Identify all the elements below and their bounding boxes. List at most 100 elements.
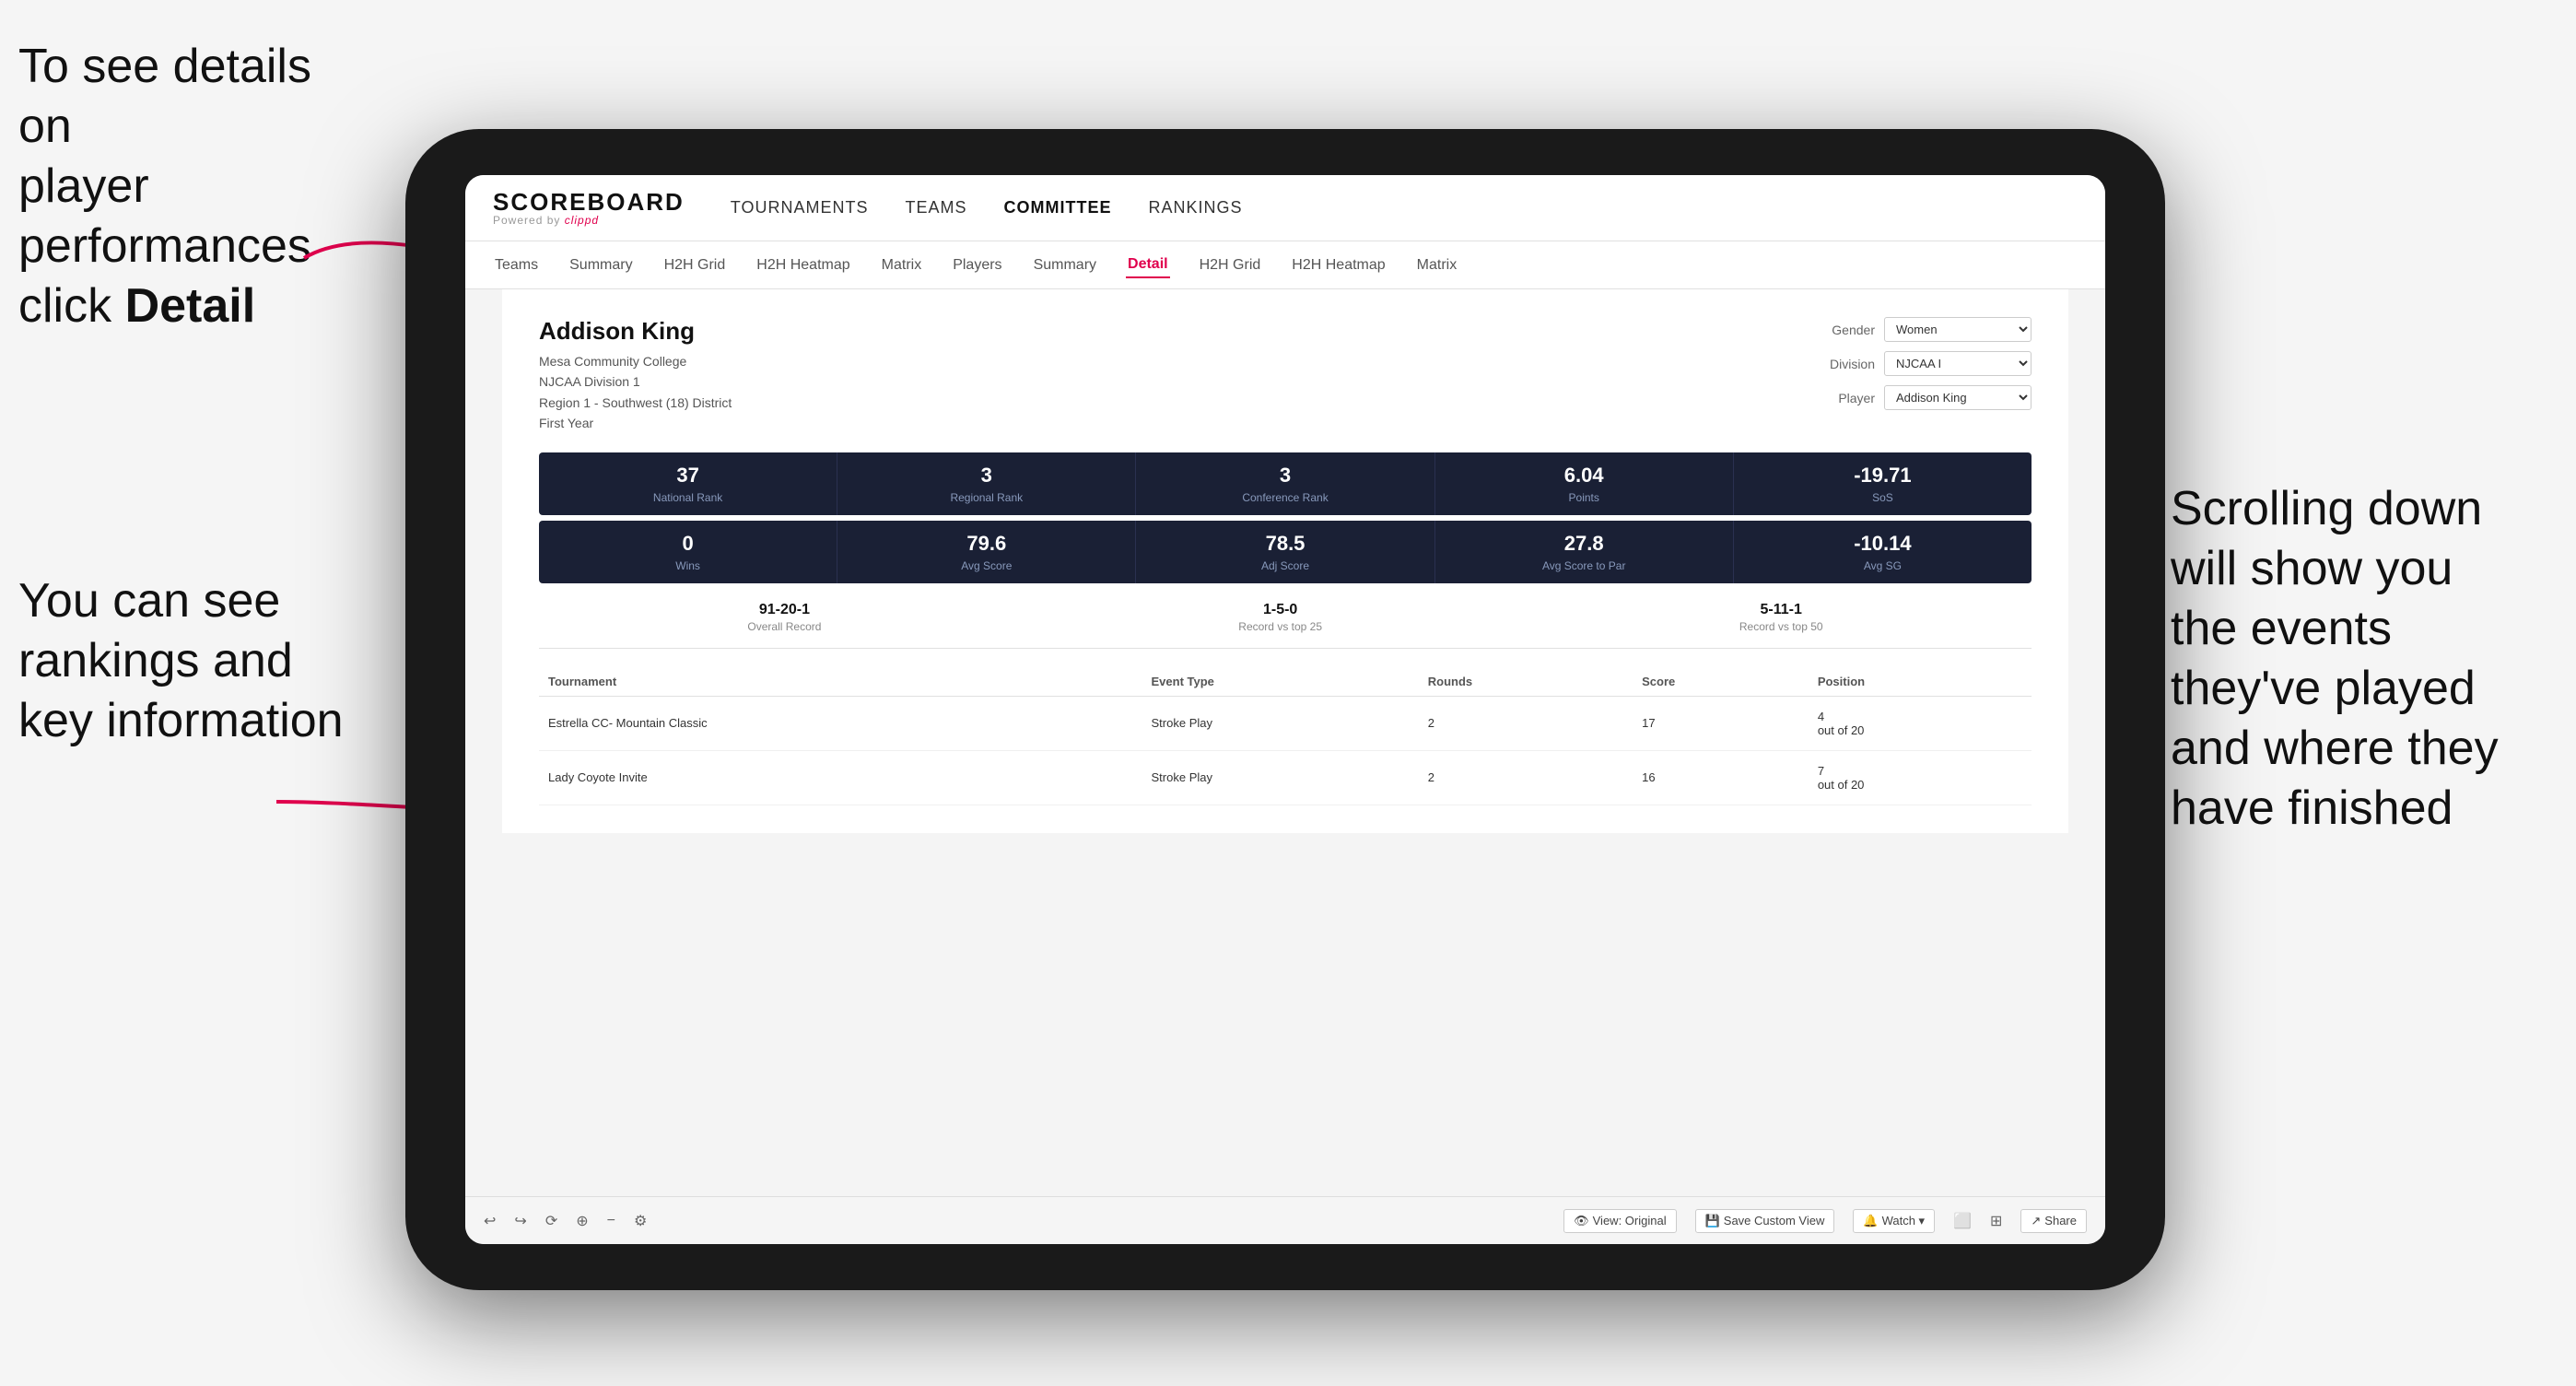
annotation-bl-line2: rankings and bbox=[18, 634, 293, 687]
subnav-h2h-heatmap2[interactable]: H2H Heatmap bbox=[1290, 253, 1387, 277]
subnav-h2h-grid2[interactable]: H2H Grid bbox=[1198, 253, 1263, 277]
refresh-icon[interactable]: ⟳ bbox=[545, 1212, 557, 1230]
grid-icon[interactable]: ⊞ bbox=[1990, 1212, 2002, 1230]
annotation-line1: To see details on bbox=[18, 40, 311, 153]
logo-area: SCOREBOARD Powered by clippd bbox=[493, 190, 685, 227]
filter-gender-row: Gender Women Men bbox=[1820, 317, 2032, 342]
undo-icon[interactable]: ↩ bbox=[484, 1212, 496, 1230]
subnav-summary2[interactable]: Summary bbox=[1032, 253, 1098, 277]
player-region: Region 1 - Southwest (18) District bbox=[539, 393, 732, 413]
screen-icon[interactable]: ⬜ bbox=[1953, 1212, 1972, 1230]
col-tournament: Tournament bbox=[539, 667, 1142, 697]
division-select[interactable]: NJCAA I NJCAA II bbox=[1884, 351, 2032, 376]
player-select[interactable]: Addison King bbox=[1884, 385, 2032, 410]
stat-value-sos: -19.71 bbox=[1743, 464, 2022, 487]
annotation-r-line1: Scrolling down bbox=[2171, 482, 2482, 535]
stat-value-regional-rank: 3 bbox=[847, 464, 1126, 487]
subnav-h2h-heatmap[interactable]: H2H Heatmap bbox=[755, 253, 851, 277]
stat-label-sos: SoS bbox=[1743, 491, 2022, 504]
annotation-r-line4: they've played bbox=[2171, 662, 2476, 715]
subnav-players[interactable]: Players bbox=[951, 253, 1003, 277]
table-row: Lady Coyote Invite Stroke Play 2 16 7out… bbox=[539, 750, 2032, 805]
record-overall: 91-20-1 Overall Record bbox=[747, 602, 821, 635]
event-type-1: Stroke Play bbox=[1142, 696, 1419, 750]
record-top50-label: Record vs top 50 bbox=[1739, 620, 1823, 633]
subnav-matrix[interactable]: Matrix bbox=[880, 253, 924, 277]
player-year: First Year bbox=[539, 413, 732, 433]
record-top50: 5-11-1 Record vs top 50 bbox=[1739, 602, 1823, 635]
view-original-button[interactable]: 👁 View: Original bbox=[1563, 1209, 1676, 1233]
record-row: 91-20-1 Overall Record 1-5-0 Record vs t… bbox=[539, 589, 2032, 649]
annotation-r-line5: and where they bbox=[2171, 722, 2499, 775]
stat-conference-rank: 3 Conference Rank bbox=[1136, 452, 1434, 515]
sub-nav: Teams Summary H2H Grid H2H Heatmap Matri… bbox=[465, 241, 2105, 289]
tournament-name-2: Lady Coyote Invite bbox=[539, 750, 1142, 805]
annotation-bottom-left: You can see rankings and key information bbox=[18, 571, 369, 751]
nav-committee[interactable]: COMMITTEE bbox=[1004, 194, 1112, 221]
stat-label-conference-rank: Conference Rank bbox=[1145, 491, 1424, 504]
stat-avg-score: 79.6 Avg Score bbox=[837, 521, 1136, 583]
stat-adj-score: 78.5 Adj Score bbox=[1136, 521, 1434, 583]
score-2: 16 bbox=[1633, 750, 1809, 805]
settings-icon[interactable]: ⚙ bbox=[634, 1212, 647, 1230]
score-1: 17 bbox=[1633, 696, 1809, 750]
top-nav: SCOREBOARD Powered by clippd TOURNAMENTS… bbox=[465, 175, 2105, 241]
tablet-screen: SCOREBOARD Powered by clippd TOURNAMENTS… bbox=[465, 175, 2105, 1244]
nav-tournaments[interactable]: TOURNAMENTS bbox=[731, 194, 869, 221]
record-top25-label: Record vs top 25 bbox=[1238, 620, 1322, 633]
stat-value-adj-score: 78.5 bbox=[1145, 532, 1424, 556]
tablet-device: SCOREBOARD Powered by clippd TOURNAMENTS… bbox=[405, 129, 2165, 1290]
annotation-r-line6: have finished bbox=[2171, 781, 2453, 835]
stat-label-adj-score: Adj Score bbox=[1145, 559, 1424, 572]
subnav-h2h-grid[interactable]: H2H Grid bbox=[662, 253, 728, 277]
stat-label-avg-score-par: Avg Score to Par bbox=[1445, 559, 1724, 572]
table-header-row: Tournament Event Type Rounds Score Posit… bbox=[539, 667, 2032, 697]
stat-label-points: Points bbox=[1445, 491, 1724, 504]
stat-value-avg-score-par: 27.8 bbox=[1445, 532, 1724, 556]
record-overall-value: 91-20-1 bbox=[747, 602, 821, 618]
gender-select[interactable]: Women Men bbox=[1884, 317, 2032, 342]
rounds-2: 2 bbox=[1419, 750, 1633, 805]
stat-label-avg-score: Avg Score bbox=[847, 559, 1126, 572]
subnav-teams[interactable]: Teams bbox=[493, 253, 540, 277]
logo-sub: Powered by clippd bbox=[493, 214, 685, 227]
zoom-icon[interactable]: ⊕ bbox=[576, 1212, 588, 1230]
stat-label-regional-rank: Regional Rank bbox=[847, 491, 1126, 504]
rounds-1: 2 bbox=[1419, 696, 1633, 750]
stat-avg-score-par: 27.8 Avg Score to Par bbox=[1435, 521, 1734, 583]
record-top25-value: 1-5-0 bbox=[1238, 602, 1322, 618]
position-2: 7out of 20 bbox=[1809, 750, 2032, 805]
stat-label-national-rank: National Rank bbox=[548, 491, 827, 504]
subnav-summary[interactable]: Summary bbox=[568, 253, 634, 277]
gender-label: Gender bbox=[1820, 323, 1875, 337]
stat-points: 6.04 Points bbox=[1435, 452, 1734, 515]
stats-row-2: 0 Wins 79.6 Avg Score 78.5 Adj Score 27.… bbox=[539, 521, 2032, 583]
watch-button[interactable]: 🔔 Watch ▾ bbox=[1853, 1209, 1935, 1233]
share-button[interactable]: ↗ Share bbox=[2020, 1209, 2087, 1233]
player-info: Addison King Mesa Community College NJCA… bbox=[539, 317, 732, 434]
division-label: Division bbox=[1820, 357, 1875, 371]
content-area[interactable]: Addison King Mesa Community College NJCA… bbox=[465, 289, 2105, 1196]
player-label: Player bbox=[1820, 391, 1875, 405]
redo-icon[interactable]: ↪ bbox=[514, 1212, 526, 1230]
player-name: Addison King bbox=[539, 317, 732, 346]
annotation-right: Scrolling down will show you the events … bbox=[2171, 479, 2558, 839]
nav-rankings[interactable]: RANKINGS bbox=[1149, 194, 1243, 221]
stat-value-avg-sg: -10.14 bbox=[1743, 532, 2022, 556]
stat-value-points: 6.04 bbox=[1445, 464, 1724, 487]
save-custom-view-button[interactable]: 💾 Save Custom View bbox=[1695, 1209, 1835, 1233]
nav-teams[interactable]: TEAMS bbox=[905, 194, 966, 221]
annotation-bl-line1: You can see bbox=[18, 574, 280, 628]
stat-wins: 0 Wins bbox=[539, 521, 837, 583]
nav-items: TOURNAMENTS TEAMS COMMITTEE RANKINGS bbox=[731, 194, 1243, 221]
subnav-detail[interactable]: Detail bbox=[1126, 253, 1170, 278]
col-score: Score bbox=[1633, 667, 1809, 697]
stat-avg-sg: -10.14 Avg SG bbox=[1734, 521, 2032, 583]
table-row: Estrella CC- Mountain Classic Stroke Pla… bbox=[539, 696, 2032, 750]
col-position: Position bbox=[1809, 667, 2032, 697]
tournament-name-1: Estrella CC- Mountain Classic bbox=[539, 696, 1142, 750]
player-division: NJCAA Division 1 bbox=[539, 371, 732, 392]
col-rounds: Rounds bbox=[1419, 667, 1633, 697]
minus-icon[interactable]: − bbox=[607, 1213, 615, 1229]
subnav-matrix2[interactable]: Matrix bbox=[1415, 253, 1459, 277]
